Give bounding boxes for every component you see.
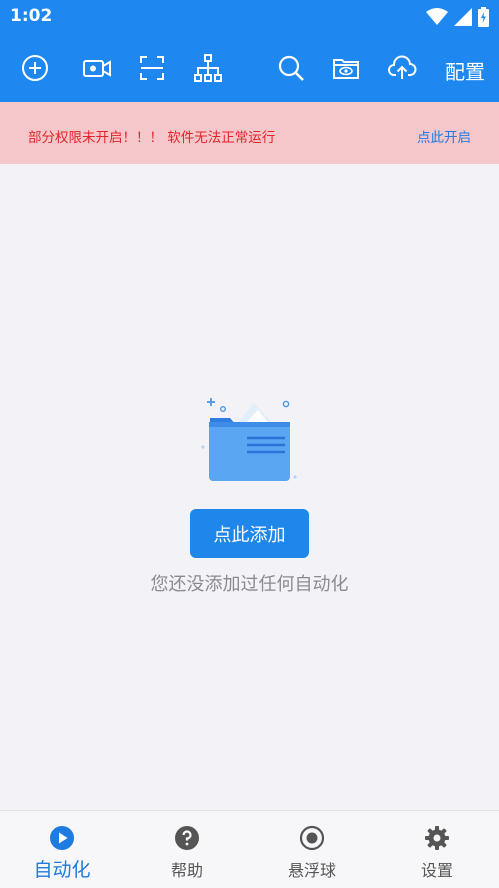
status-time: 1:02 [10, 6, 53, 26]
record-circle-icon [299, 825, 325, 851]
enable-permission-link[interactable]: 点此开启 [417, 126, 471, 146]
signal-icon [454, 8, 472, 26]
nav-label: 设置 [420, 861, 453, 880]
folder-button[interactable] [330, 52, 362, 84]
scan-frame-icon [140, 56, 164, 80]
empty-folder-illustration [201, 398, 297, 481]
top-toolbar: 配置 [0, 34, 499, 102]
empty-message: 您还没添加过任何自动化 [150, 574, 349, 595]
nav-label: 悬浮球 [287, 861, 336, 880]
nav-label: 自动化 [33, 859, 91, 881]
add-circle-icon [22, 55, 48, 81]
warning-message: 部分权限未开启！！！ 软件无法正常运行 [28, 130, 276, 146]
permission-warning-banner: 部分权限未开启！！！ 软件无法正常运行 点此开启 [0, 102, 499, 164]
nav-help[interactable]: 帮助 [125, 811, 249, 888]
search-icon [278, 55, 304, 81]
add-button[interactable] [19, 52, 51, 84]
search-button[interactable] [275, 52, 307, 84]
scan-button[interactable] [136, 52, 168, 84]
wifi-icon [426, 8, 448, 25]
nav-automation[interactable]: 自动化 [0, 811, 124, 888]
status-bar: 1:02 [0, 0, 499, 34]
nav-float-ball[interactable]: 悬浮球 [250, 811, 374, 888]
battery-icon [478, 7, 489, 27]
help-circle-icon [175, 826, 199, 850]
hierarchy-button[interactable] [192, 52, 224, 84]
play-circle-icon [50, 826, 74, 850]
gear-icon [425, 826, 449, 850]
add-automation-button[interactable]: 点此添加 [190, 509, 309, 558]
bottom-navigation: 自动化 帮助 悬浮球 设置 [0, 810, 499, 888]
record-button[interactable] [81, 52, 113, 84]
system-icons [426, 7, 489, 27]
video-record-icon [83, 60, 111, 77]
nav-label: 帮助 [170, 861, 203, 880]
config-button[interactable]: 配置 [445, 56, 485, 85]
hierarchy-icon [194, 54, 222, 82]
upload-button[interactable] [386, 52, 418, 84]
nav-settings[interactable]: 设置 [375, 811, 499, 888]
folder-eye-icon [333, 59, 359, 79]
cloud-upload-icon [388, 55, 417, 79]
